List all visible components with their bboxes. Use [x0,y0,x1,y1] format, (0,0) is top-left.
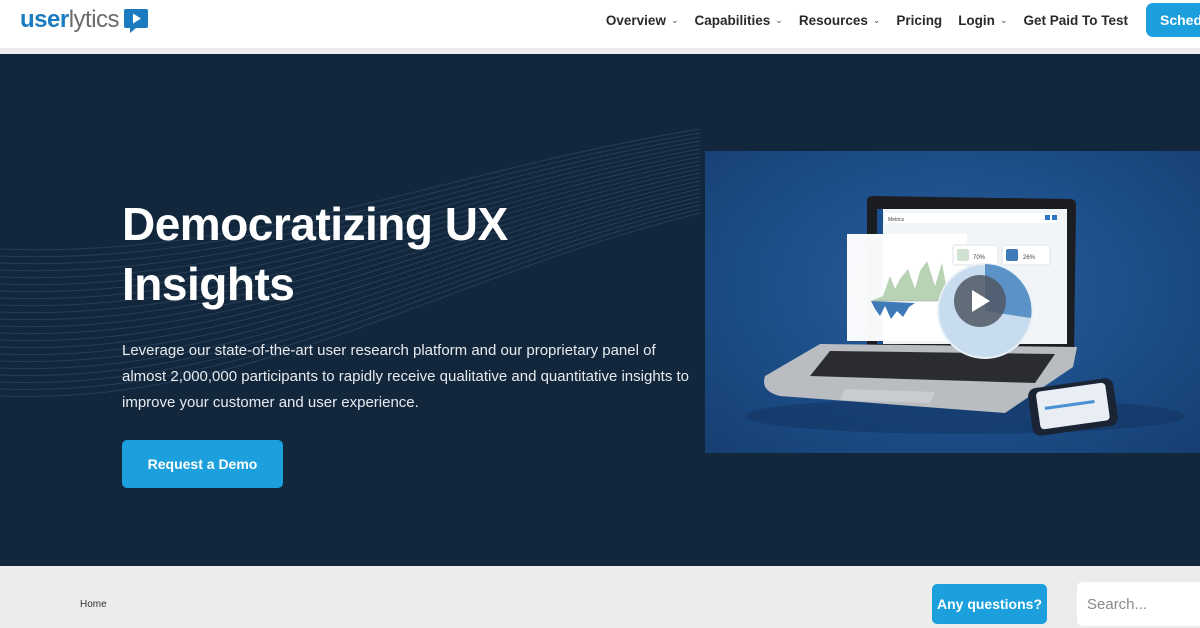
nav-pricing-label: Pricing [896,12,943,28]
nav-overview-label: Overview [605,12,666,28]
hero-section: Democratizing UX Insights Leverage our s… [0,54,1200,566]
nav-login-label: Login [958,12,995,28]
laptop-illustration: Metrics 70% 26% [745,196,1185,436]
logo-text-lytics: lytics [68,6,120,33]
main-nav: Overview ⌄ Capabilities ⌄ Resources ⌄ Pr… [606,0,1200,40]
search-input[interactable] [1077,582,1200,626]
hero-description: Leverage our state-of-the-art user resea… [122,342,690,411]
nav-get-paid-label: Get Paid To Test [1023,12,1128,28]
request-demo-button[interactable]: Request a Demo [122,440,283,488]
product-video[interactable]: Metrics 70% 26% [705,151,1200,453]
screen-title: Metrics [888,217,905,223]
stat-1: 70% [973,255,986,261]
nav-get-paid-to-test[interactable]: Get Paid To Test [1023,13,1128,28]
chevron-down-icon: ⌄ [670,14,679,25]
schedule-demo-button[interactable]: Sched [1146,3,1200,37]
userlytics-logo[interactable]: userlytics [20,6,149,34]
play-chat-bubble-icon [124,8,149,33]
nav-overview[interactable]: Overview ⌄ [606,13,679,28]
nav-resources-label: Resources [798,12,868,28]
breadcrumb-home[interactable]: Home [80,599,107,610]
nav-pricing[interactable]: Pricing [896,13,942,28]
chevron-down-icon: ⌄ [999,14,1008,25]
nav-capabilities-label: Capabilities [694,12,771,28]
nav-resources[interactable]: Resources ⌄ [799,13,881,28]
request-demo-label: Request a Demo [147,456,258,472]
nav-login[interactable]: Login ⌄ [958,13,1007,28]
any-questions-button[interactable]: Any questions? [932,584,1047,624]
logo-text-user: user [20,6,69,33]
chevron-down-icon: ⌄ [872,14,881,25]
stat-2: 26% [1023,255,1036,261]
play-video-button[interactable] [954,275,1006,327]
site-header: userlytics Overview ⌄ Capabilities ⌄ Res… [0,0,1200,48]
play-icon [972,290,990,312]
nav-capabilities[interactable]: Capabilities ⌄ [695,13,783,28]
schedule-demo-label: Sched [1160,12,1200,28]
any-questions-label: Any questions? [936,596,1042,612]
breadcrumb-bar: Home Any questions? [0,566,1200,628]
hero-title: Democratizing UX Insights [122,198,508,310]
chevron-down-icon: ⌄ [775,14,783,25]
